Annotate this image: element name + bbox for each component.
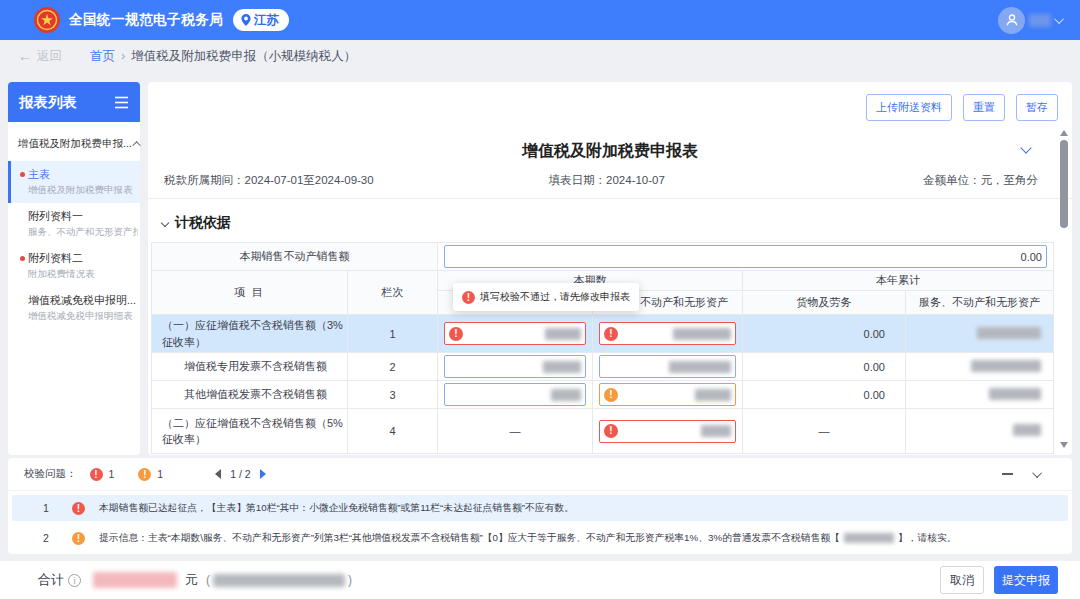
- redacted-value: [971, 360, 1041, 372]
- sidebar-item-tax-reduction[interactable]: 增值税减免税申报明... 增值税减免税申报明细表: [8, 287, 140, 329]
- required-dot: [20, 256, 25, 261]
- redacted-value: [989, 388, 1041, 400]
- row2-services-input[interactable]: [599, 355, 736, 378]
- tax-basis-table: 本期销售不动产销售额 0.00 项 目 栏次 本期数 本年累计 货物及劳务 服务…: [151, 242, 1054, 454]
- submit-button[interactable]: 提交申报: [994, 566, 1058, 594]
- upload-attachment-button[interactable]: 上传附送资料: [866, 94, 952, 121]
- property-sales-label: 本期销售不动产销售额: [152, 243, 438, 271]
- property-sales-input[interactable]: 0.00: [444, 245, 1047, 268]
- collapse-icon[interactable]: [1032, 468, 1042, 478]
- total-in-words-redacted: (): [206, 573, 352, 587]
- amount-unit: 金额单位：元，至角分: [923, 173, 1038, 188]
- col-header-line-no: 栏次: [348, 271, 438, 315]
- error-icon: [604, 327, 618, 341]
- row4-services-input[interactable]: [599, 420, 736, 443]
- section-tax-basis[interactable]: 计税依据: [162, 214, 231, 232]
- tax-period: 税款所属期间：2024-07-01至2024-09-30: [164, 173, 374, 188]
- breadcrumb-separator: ›: [121, 49, 125, 63]
- location-pin-icon: [240, 13, 252, 27]
- sidebar-item-appendix-1[interactable]: 附列资料一 服务、不动产和无形资产扣..: [8, 203, 140, 245]
- region-badge[interactable]: 江苏: [233, 9, 289, 31]
- col-header-ytd: 本年累计: [743, 271, 1054, 291]
- row2-goods-input[interactable]: [444, 355, 586, 378]
- required-dot: [20, 172, 25, 177]
- warning-icon: [138, 468, 151, 481]
- chevron-down-icon[interactable]: [1054, 14, 1064, 24]
- scroll-up-arrow[interactable]: [1060, 130, 1068, 136]
- col-header-services2: 服务、不动产和无形资产: [906, 291, 1054, 315]
- prev-page-icon[interactable]: [215, 469, 221, 479]
- col-header-goods2: 货物及劳务: [743, 291, 906, 315]
- total-unit: 元: [185, 571, 198, 589]
- col-header-item: 项 目: [152, 271, 348, 315]
- app-title: 全国统一规范电子税务局: [69, 11, 223, 29]
- info-icon: [68, 574, 81, 587]
- person-icon: [1004, 12, 1020, 28]
- fill-date: 填表日期：2024-10-07: [549, 173, 665, 188]
- chevron-up-icon: [132, 141, 140, 149]
- sidebar-group-vat[interactable]: 增值税及附加税费申报...: [8, 122, 140, 161]
- form-title: 增值税及附加税费申报表: [148, 141, 1072, 162]
- error-icon: [72, 502, 85, 515]
- error-count: 1: [109, 468, 115, 480]
- save-draft-button[interactable]: 暂存: [1016, 94, 1058, 121]
- validation-label: 校验问题：: [24, 467, 77, 481]
- main-form-card: 上传附送资料 重置 暂存 增值税及附加税费申报表 税款所属期间：2024-07-…: [148, 82, 1072, 455]
- user-name-redacted: [1029, 14, 1051, 27]
- next-page-icon[interactable]: [260, 469, 266, 479]
- back-arrow-icon[interactable]: ←: [18, 48, 32, 64]
- sidebar-item-main-form[interactable]: 主表 增值税及附加税费申报表: [8, 161, 140, 203]
- vertical-scrollbar[interactable]: [1059, 130, 1069, 448]
- validation-message-2[interactable]: 2 提示信息：主表“本期数\服务、不动产和无形资产”列第3栏“其他增值税发票不含…: [12, 525, 1068, 551]
- collapse-panel-icon[interactable]: [114, 96, 129, 109]
- warning-count: 1: [157, 468, 163, 480]
- total-label: 合计: [38, 571, 81, 589]
- footer-bar: 合计 元 () 取消 提交申报: [0, 561, 1080, 599]
- minimize-icon[interactable]: [1002, 473, 1013, 475]
- national-emblem-logo: [34, 7, 60, 33]
- breadcrumb-current: 增值税及附加税费申报（小规模纳税人）: [131, 48, 356, 65]
- sidebar-item-appendix-2[interactable]: 附列资料二 附加税费情况表: [8, 245, 140, 287]
- redacted-value: [1013, 424, 1041, 436]
- error-icon: [604, 424, 618, 438]
- error-icon: [449, 327, 463, 341]
- error-icon: [90, 468, 103, 481]
- page-indicator: 1 / 2: [230, 468, 250, 480]
- error-icon: [462, 291, 475, 304]
- table-row: （二）应征增值税不含税销售额（5%征收率） 4 — —: [152, 409, 1054, 454]
- report-list-sidebar: 报表列表 增值税及附加税费申报... 主表 增值税及附加税费申报表 附列资料一 …: [8, 82, 140, 455]
- redacted-value: [844, 533, 894, 543]
- sidebar-title: 报表列表: [19, 93, 77, 112]
- row1-services-input[interactable]: [599, 322, 736, 345]
- redacted-value: [977, 327, 1041, 339]
- user-avatar[interactable]: [998, 7, 1025, 34]
- scroll-down-arrow[interactable]: [1060, 442, 1068, 448]
- validation-tooltip: 填写校验不通过，请先修改申报表: [453, 283, 639, 311]
- row3-services-input[interactable]: [599, 383, 736, 406]
- back-button[interactable]: 返回: [37, 48, 62, 65]
- table-row: （一）应征增值税不含税销售额（3%征收率） 1 0.00: [152, 315, 1054, 353]
- breadcrumb: ← 返回 首页 › 增值税及附加税费申报（小规模纳税人）: [0, 40, 1080, 72]
- table-row: 其他增值税发票不含税销售额 3 0.00: [152, 381, 1054, 409]
- cancel-button[interactable]: 取消: [940, 566, 984, 594]
- total-amount-redacted: [93, 572, 177, 588]
- topbar: 全国统一规范电子税务局 江苏: [0, 0, 1080, 40]
- warning-icon: [72, 532, 85, 545]
- validation-message-1[interactable]: 1 本期销售额已达起征点，【主表】第10栏“其中：小微企业免税销售额”或第11栏…: [12, 495, 1068, 521]
- row3-goods-input[interactable]: [444, 383, 586, 406]
- breadcrumb-home[interactable]: 首页: [90, 48, 115, 65]
- validation-panel: 校验问题： 1 1 1 / 2 1 本期销售额已达起征点，【主表】第10栏“其中…: [8, 458, 1072, 554]
- reset-button[interactable]: 重置: [963, 94, 1005, 121]
- scrollbar-thumb[interactable]: [1060, 140, 1068, 228]
- chevron-down-icon: [161, 219, 169, 227]
- table-row: 增值税专用发票不含税销售额 2 0.00: [152, 353, 1054, 381]
- row1-goods-input[interactable]: [444, 322, 586, 345]
- warning-icon: [604, 388, 618, 402]
